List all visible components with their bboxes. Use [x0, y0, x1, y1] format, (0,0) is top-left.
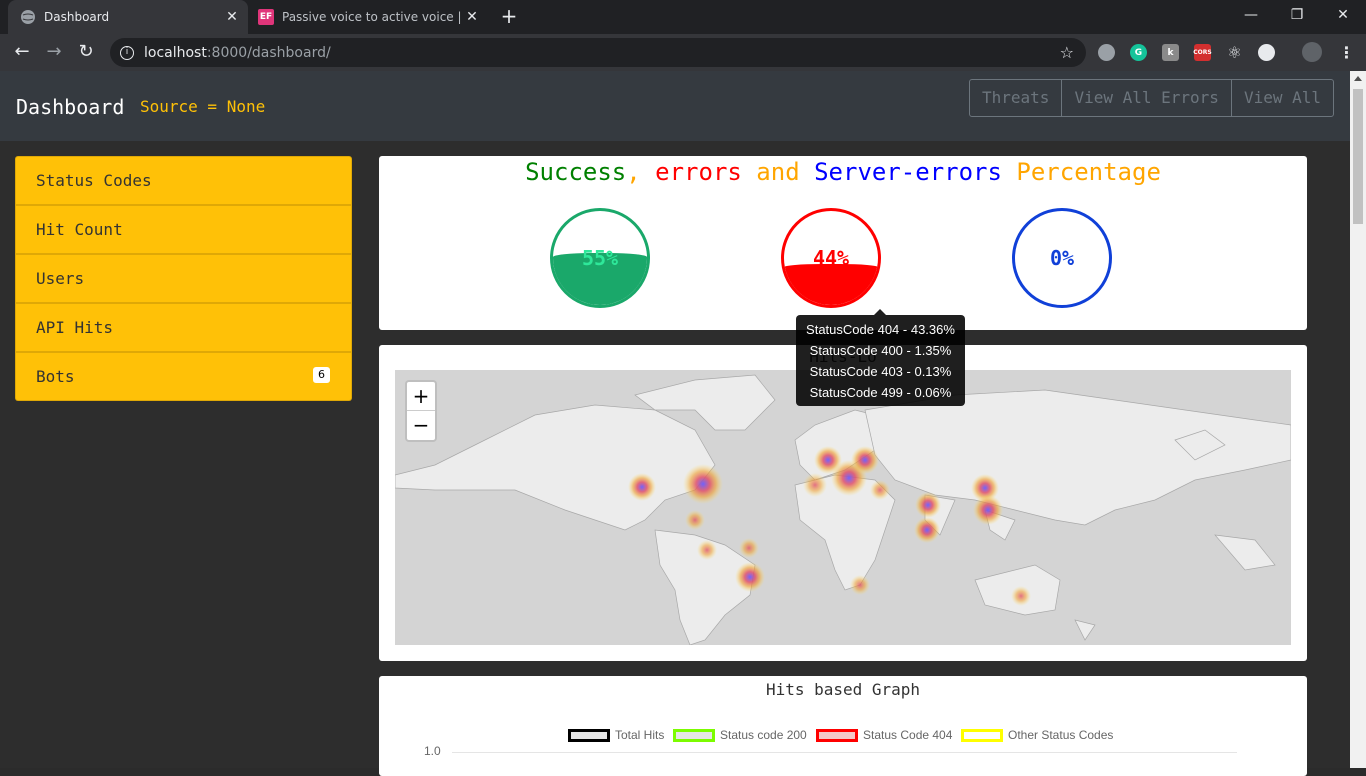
- globe-extension-icon[interactable]: [1098, 44, 1115, 61]
- success-gauge-label: 55%: [581, 246, 619, 270]
- percentage-title: Success, errors and Server-errors Percen…: [379, 156, 1307, 188]
- world-heatmap[interactable]: + −: [395, 370, 1291, 645]
- graph-card-title: Hits based Graph: [765, 680, 921, 699]
- react-icon[interactable]: ⚛: [1226, 43, 1243, 62]
- browser-toolbar: ← → ↻ i localhost:8000/dashboard/ ☆ G k …: [0, 34, 1366, 71]
- server-errors-gauge-label: 0%: [1049, 246, 1075, 270]
- info-icon[interactable]: i: [120, 45, 134, 60]
- extension-circle-icon[interactable]: [1258, 44, 1275, 61]
- threats-button[interactable]: Threats: [970, 80, 1061, 116]
- page-title[interactable]: Dashboard: [16, 95, 124, 119]
- page: Dashboard Source = None Threats View All…: [0, 71, 1350, 776]
- legend-label: Status code 200: [720, 728, 807, 742]
- ef-favicon-icon: EF: [258, 9, 274, 25]
- back-icon[interactable]: ←: [10, 40, 34, 64]
- legend-label: Status Code 404: [863, 728, 953, 742]
- hits-graph-card: Hits based Graph Total Hits Status code …: [379, 676, 1307, 776]
- avatar[interactable]: [1302, 42, 1322, 62]
- sidebar-item-label: Bots: [36, 367, 75, 386]
- sidebar-item-bots[interactable]: Bots 6: [15, 352, 352, 401]
- close-window-icon[interactable]: ✕: [1320, 0, 1366, 30]
- legend-other-status[interactable]: Other Status Codes: [961, 728, 1113, 742]
- zoom-out-button[interactable]: −: [407, 411, 435, 440]
- url-host: localhost: [144, 44, 207, 61]
- sidebar-item-label: Hit Count: [36, 220, 123, 239]
- legend-swatch: [816, 728, 858, 742]
- legend-swatch: [673, 728, 715, 742]
- close-tab-icon[interactable]: ✕: [462, 9, 482, 25]
- tab-title: Dashboard: [44, 10, 110, 24]
- tooltip-line: StatusCode 400 - 1.35%: [809, 343, 952, 358]
- scrollbar-thumb[interactable]: [1353, 89, 1363, 224]
- sidebar-item-hit-count[interactable]: Hit Count: [15, 205, 352, 254]
- legend-label: Other Status Codes: [1008, 728, 1114, 742]
- grid-line: [452, 752, 1237, 753]
- legend-status-404[interactable]: Status Code 404: [816, 728, 952, 742]
- tooltip-line: StatusCode 404 - 43.36%: [806, 322, 955, 337]
- dashboard-header: Dashboard Source = None Threats View All…: [0, 71, 1350, 141]
- percentage-card: Success, errors and Server-errors Percen…: [379, 156, 1307, 330]
- globe-icon: [20, 9, 36, 25]
- browser-chrome: Dashboard ✕ EF Passive voice to active v…: [0, 0, 1366, 71]
- reload-icon[interactable]: ↻: [74, 40, 98, 64]
- sidebar-item-api-hits[interactable]: API Hits: [15, 303, 352, 352]
- tab-title: Passive voice to active voice | Eng: [282, 10, 462, 24]
- title-and: and: [741, 158, 800, 186]
- tooltip-line: StatusCode 499 - 0.06%: [809, 385, 952, 400]
- cors-icon[interactable]: CORS: [1193, 44, 1212, 61]
- tab-dashboard[interactable]: Dashboard ✕: [8, 0, 248, 34]
- legend-total-hits[interactable]: Total Hits: [568, 728, 664, 742]
- url-path: :8000/dashboard/: [206, 44, 331, 61]
- tooltip-line: StatusCode 403 - 0.13%: [809, 364, 952, 379]
- title-errors: errors: [640, 158, 742, 186]
- tab-passive-voice[interactable]: EF Passive voice to active voice | Eng ✕: [248, 0, 488, 34]
- sidebar-item-label: API Hits: [36, 318, 114, 337]
- title-success: Success: [525, 158, 627, 186]
- page-scrollbar[interactable]: [1350, 71, 1366, 768]
- source-label: Source = None: [140, 97, 266, 116]
- legend-swatch: [568, 728, 610, 742]
- scroll-up-icon[interactable]: [1354, 76, 1362, 81]
- sidebar-item-users[interactable]: Users: [15, 254, 352, 303]
- menu-kebab-icon[interactable]: ⋮: [1338, 43, 1355, 62]
- new-tab-icon[interactable]: +: [498, 6, 520, 28]
- title-percentage: Percentage: [1001, 158, 1161, 186]
- bots-count-badge: 6: [313, 367, 330, 383]
- title-server-errors: Server-errors: [799, 158, 1002, 186]
- zoom-in-button[interactable]: +: [407, 382, 435, 411]
- map-zoom-control: + −: [405, 380, 437, 442]
- sidebar-item-status-codes[interactable]: Status Codes: [15, 156, 352, 205]
- tab-strip: Dashboard ✕ EF Passive voice to active v…: [0, 0, 1366, 34]
- sidebar: Status Codes Hit Count Users API Hits Bo…: [15, 156, 352, 401]
- legend-swatch: [961, 728, 1003, 742]
- errors-gauge[interactable]: 44%: [781, 208, 881, 308]
- address-bar[interactable]: i localhost:8000/dashboard/ ☆: [110, 38, 1086, 67]
- server-errors-gauge[interactable]: 0%: [1012, 208, 1112, 308]
- world-map-svg: [395, 370, 1291, 645]
- view-all-button[interactable]: View All: [1230, 80, 1333, 116]
- title-comma: ,: [626, 158, 641, 186]
- close-tab-icon[interactable]: ✕: [222, 9, 242, 25]
- extension-k-icon[interactable]: k: [1162, 44, 1179, 61]
- sidebar-item-label: Users: [36, 269, 85, 288]
- bookmark-star-icon[interactable]: ☆: [1060, 43, 1074, 62]
- view-all-errors-button[interactable]: View All Errors: [1061, 80, 1231, 116]
- y-axis-tick: 1.0: [424, 744, 441, 758]
- restore-icon[interactable]: ❐: [1274, 0, 1320, 30]
- success-gauge[interactable]: 55%: [550, 208, 650, 308]
- sidebar-item-label: Status Codes: [36, 171, 152, 190]
- gauge-tooltip: StatusCode 404 - 43.36% StatusCode 400 -…: [796, 309, 965, 406]
- grammarly-icon[interactable]: G: [1130, 44, 1147, 61]
- errors-gauge-label: 44%: [812, 246, 850, 270]
- minimize-icon[interactable]: —: [1228, 0, 1274, 30]
- legend-status-200[interactable]: Status code 200: [673, 728, 807, 742]
- legend-label: Total Hits: [615, 728, 665, 742]
- forward-icon[interactable]: →: [42, 40, 66, 64]
- header-button-group: Threats View All Errors View All: [969, 79, 1334, 117]
